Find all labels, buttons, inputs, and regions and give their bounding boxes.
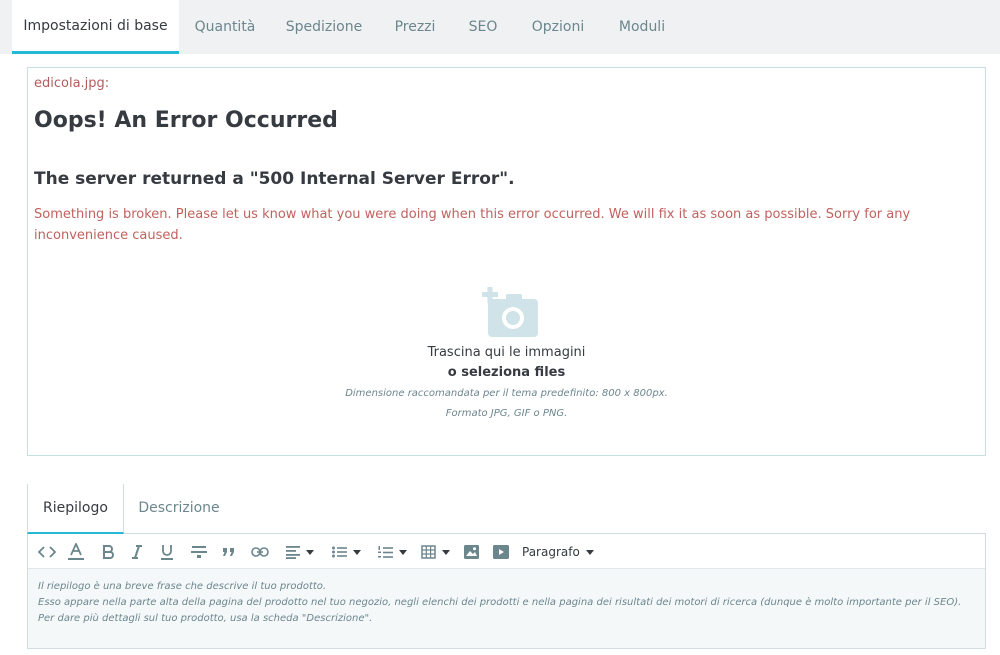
chevron-down-icon bbox=[306, 549, 314, 555]
underline-icon[interactable] bbox=[156, 541, 178, 563]
quote-icon[interactable] bbox=[218, 541, 240, 563]
error-subtitle: The server returned a "500 Internal Serv… bbox=[34, 169, 515, 189]
numbered-list-icon[interactable] bbox=[372, 541, 412, 563]
error-message: Something is broken. Please let us know … bbox=[34, 207, 911, 243]
recommended-size-hint: Dimensione raccomandata per il tema pred… bbox=[345, 388, 668, 399]
paragraph-format-label: Paragrafo bbox=[522, 545, 580, 559]
description-tabs: Riepilogo Descrizione bbox=[27, 484, 986, 534]
tab-summary[interactable]: Riepilogo bbox=[27, 484, 124, 534]
summary-textarea[interactable]: Il riepilogo è una breve frase che descr… bbox=[28, 569, 985, 648]
error-title: Oops! An Error Occurred bbox=[34, 108, 338, 133]
table-icon[interactable] bbox=[417, 541, 453, 563]
editor-toolbar: Paragrafo bbox=[28, 534, 985, 569]
placeholder-line: Il riepilogo è una breve frase che descr… bbox=[38, 581, 327, 592]
placeholder-line: Per dare più dettagli sul tuo prodotto, … bbox=[38, 613, 373, 624]
tab-quantity[interactable]: Quantità bbox=[184, 0, 266, 54]
format-hint: Formato JPG, GIF o PNG. bbox=[445, 408, 568, 419]
media-icon[interactable] bbox=[490, 541, 512, 563]
select-files-link[interactable]: o seleziona files bbox=[28, 365, 985, 380]
add-photo-icon[interactable] bbox=[482, 287, 538, 339]
tab-seo[interactable]: SEO bbox=[458, 0, 508, 54]
tab-shipping[interactable]: Spedizione bbox=[276, 0, 372, 54]
link-icon[interactable] bbox=[248, 541, 272, 563]
bullet-list-icon[interactable] bbox=[326, 541, 366, 563]
tab-options[interactable]: Opzioni bbox=[522, 0, 594, 54]
italic-icon[interactable] bbox=[126, 541, 148, 563]
text-color-icon[interactable] bbox=[65, 541, 87, 563]
chevron-down-icon bbox=[441, 549, 450, 555]
strikethrough-icon[interactable] bbox=[188, 541, 210, 563]
tab-modules[interactable]: Moduli bbox=[606, 0, 678, 54]
image-dropzone[interactable]: edicola.jpg: Oops! An Error Occurred The… bbox=[27, 67, 986, 456]
align-left-icon[interactable] bbox=[280, 541, 320, 563]
tab-basic-settings[interactable]: Impostazioni di base bbox=[12, 0, 179, 54]
summary-editor: Paragrafo Il riepilogo è una breve frase… bbox=[27, 534, 986, 649]
placeholder-line: Esso appare nella parte alta della pagin… bbox=[38, 597, 962, 608]
chevron-down-icon bbox=[398, 549, 407, 555]
chevron-down-icon bbox=[352, 549, 361, 555]
paragraph-format-dropdown[interactable]: Paragrafo bbox=[522, 541, 594, 563]
chevron-down-icon bbox=[585, 549, 594, 555]
image-icon[interactable] bbox=[460, 541, 482, 563]
bold-icon[interactable] bbox=[97, 541, 119, 563]
tab-prices[interactable]: Prezzi bbox=[384, 0, 446, 54]
code-icon[interactable] bbox=[36, 541, 58, 563]
product-tabs: Impostazioni di base Quantità Spedizione… bbox=[0, 0, 1000, 54]
drag-images-text: Trascina qui le immagini bbox=[427, 345, 586, 360]
error-filename: edicola.jpg: bbox=[34, 76, 110, 91]
tab-description[interactable]: Descrizione bbox=[127, 484, 231, 534]
